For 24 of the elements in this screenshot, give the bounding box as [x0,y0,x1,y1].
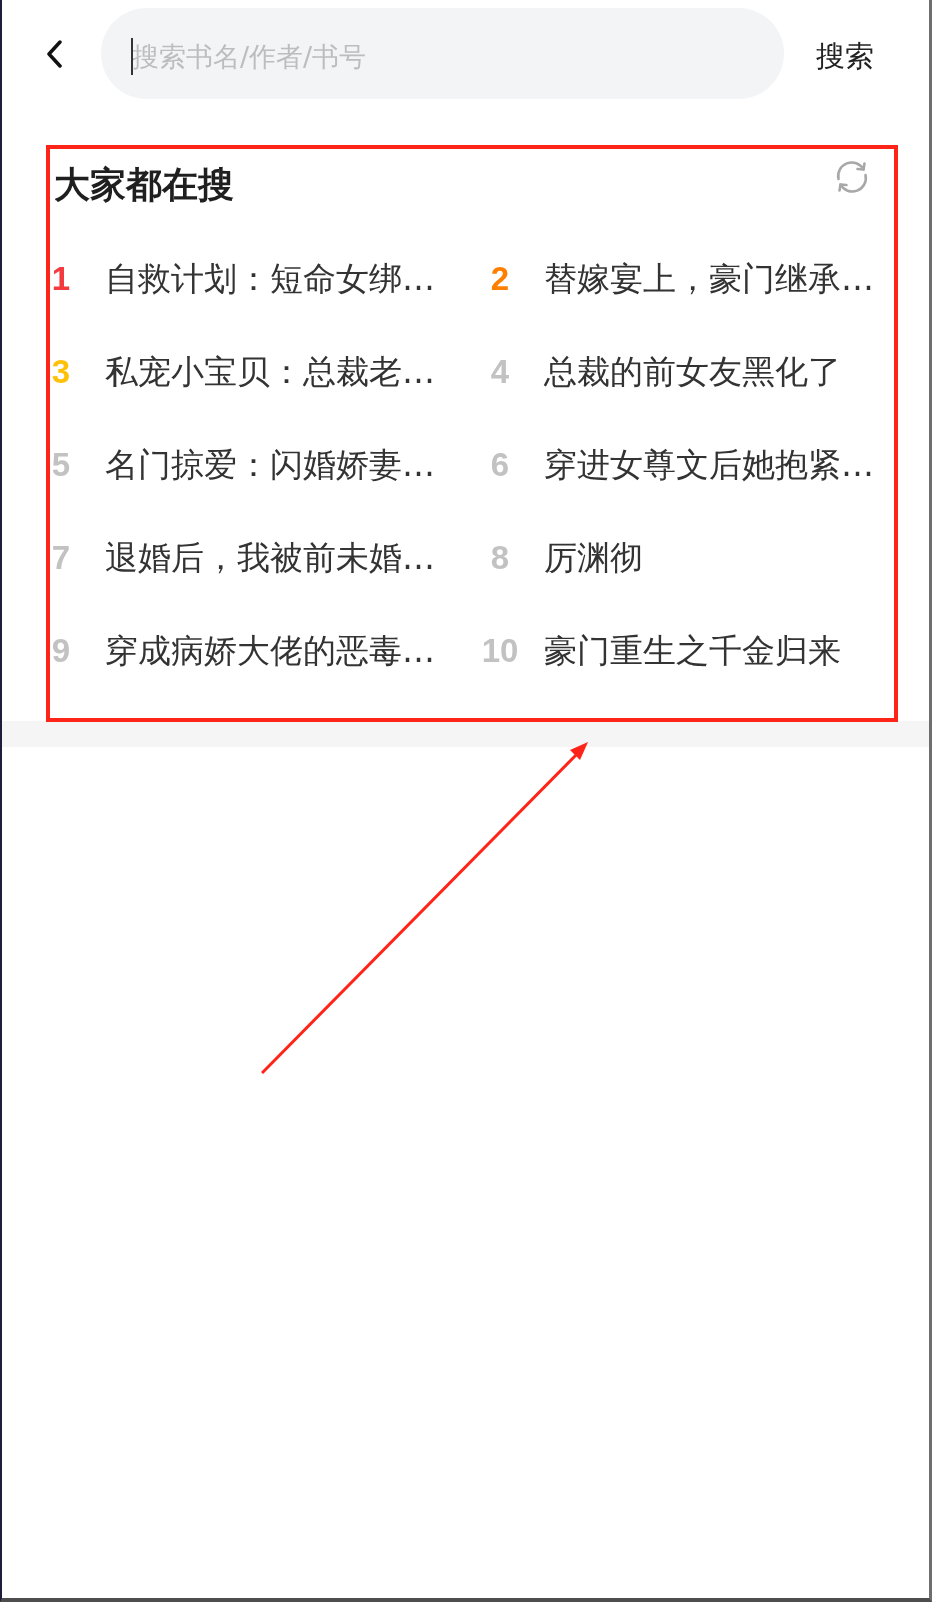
rank-number: 8 [489,537,511,578]
search-suggestion[interactable]: 退婚后，我被前未婚… [105,535,435,580]
rank-number: 2 [489,258,511,299]
rank-number: 3 [50,351,72,392]
search-suggestion[interactable]: 名门掠爱：闪婚娇妻… [105,442,435,487]
rank-number: 9 [50,630,72,671]
search-suggestion[interactable]: 豪门重生之千金归来 [544,628,841,673]
rank-number: 7 [50,537,72,578]
search-suggestion[interactable]: 私宠小宝贝：总裁老… [105,349,435,394]
search-suggestion[interactable]: 穿进女尊文后她抱紧… [544,442,874,487]
section-title: 大家都在搜 [54,163,234,207]
search-suggestion[interactable]: 厉渊彻 [544,535,643,580]
search-button[interactable]: 搜索 [816,36,874,77]
rank-number: 5 [50,444,72,485]
search-field[interactable]: 搜索书名/作者/书号 [101,8,784,99]
back-icon[interactable] [46,39,62,68]
search-suggestion[interactable]: 自救计划：短命女绑… [105,256,435,301]
search-suggestion[interactable]: 总裁的前女友黑化了 [544,349,841,394]
rank-number: 10 [481,630,519,671]
search-suggestion[interactable]: 替嫁宴上，豪门继承… [544,256,874,301]
rank-number: 1 [50,258,72,299]
search-suggestion[interactable]: 穿成病娇大佬的恶毒… [105,628,435,673]
rank-number: 4 [489,351,511,392]
rank-number: 6 [489,444,511,485]
